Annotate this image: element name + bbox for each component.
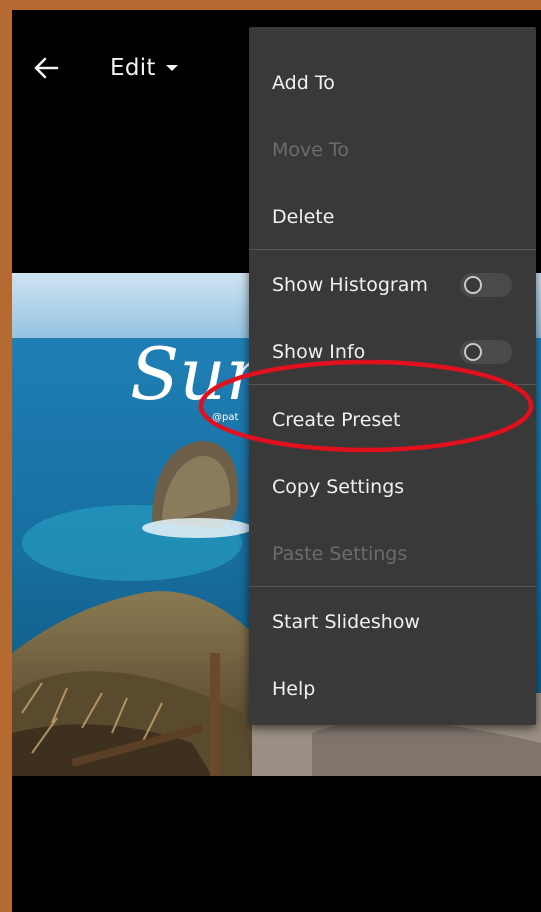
menu-item-paste-settings: Paste Settings: [249, 522, 536, 586]
caret-down-icon: [165, 65, 178, 71]
menu-divider: [249, 384, 536, 385]
menu-item-label: Add To: [272, 72, 335, 94]
menu-item-create-preset[interactable]: Create Preset: [249, 388, 536, 452]
menu-item-label: Delete: [272, 206, 335, 228]
toggle-knob: [464, 276, 482, 294]
menu-item-show-info[interactable]: Show Info: [249, 320, 536, 384]
app-screen: Edit Sun @pat Add To Move To Delete Show…: [12, 10, 541, 912]
menu-item-label: Show Histogram: [272, 274, 428, 296]
menu-divider: [249, 249, 536, 250]
menu-item-label: Copy Settings: [272, 476, 405, 498]
overlay-handle-text: @pat: [212, 412, 238, 423]
menu-item-copy-settings[interactable]: Copy Settings: [249, 455, 536, 519]
overflow-menu: Add To Move To Delete Show Histogram Sho…: [249, 27, 536, 725]
menu-item-label: Move To: [272, 139, 349, 161]
back-button[interactable]: [30, 54, 62, 82]
menu-item-label: Show Info: [272, 341, 366, 363]
menu-item-label: Start Slideshow: [272, 611, 420, 633]
edit-mode-dropdown[interactable]: Edit: [110, 50, 178, 86]
toggle-knob: [464, 343, 482, 361]
menu-item-label: Create Preset: [272, 409, 401, 431]
menu-item-label: Help: [272, 678, 316, 700]
menu-item-show-histogram[interactable]: Show Histogram: [249, 253, 536, 317]
menu-item-add-to[interactable]: Add To: [249, 51, 536, 115]
menu-item-delete[interactable]: Delete: [249, 185, 536, 249]
menu-item-start-slideshow[interactable]: Start Slideshow: [249, 590, 536, 654]
menu-divider: [249, 586, 536, 587]
menu-item-label: Paste Settings: [272, 543, 408, 565]
show-histogram-toggle[interactable]: [460, 273, 512, 297]
menu-item-move-to: Move To: [249, 118, 536, 182]
arrow-left-icon: [34, 57, 59, 79]
show-info-toggle[interactable]: [460, 340, 512, 364]
edit-mode-label: Edit: [110, 55, 156, 81]
menu-item-help[interactable]: Help: [249, 657, 536, 721]
